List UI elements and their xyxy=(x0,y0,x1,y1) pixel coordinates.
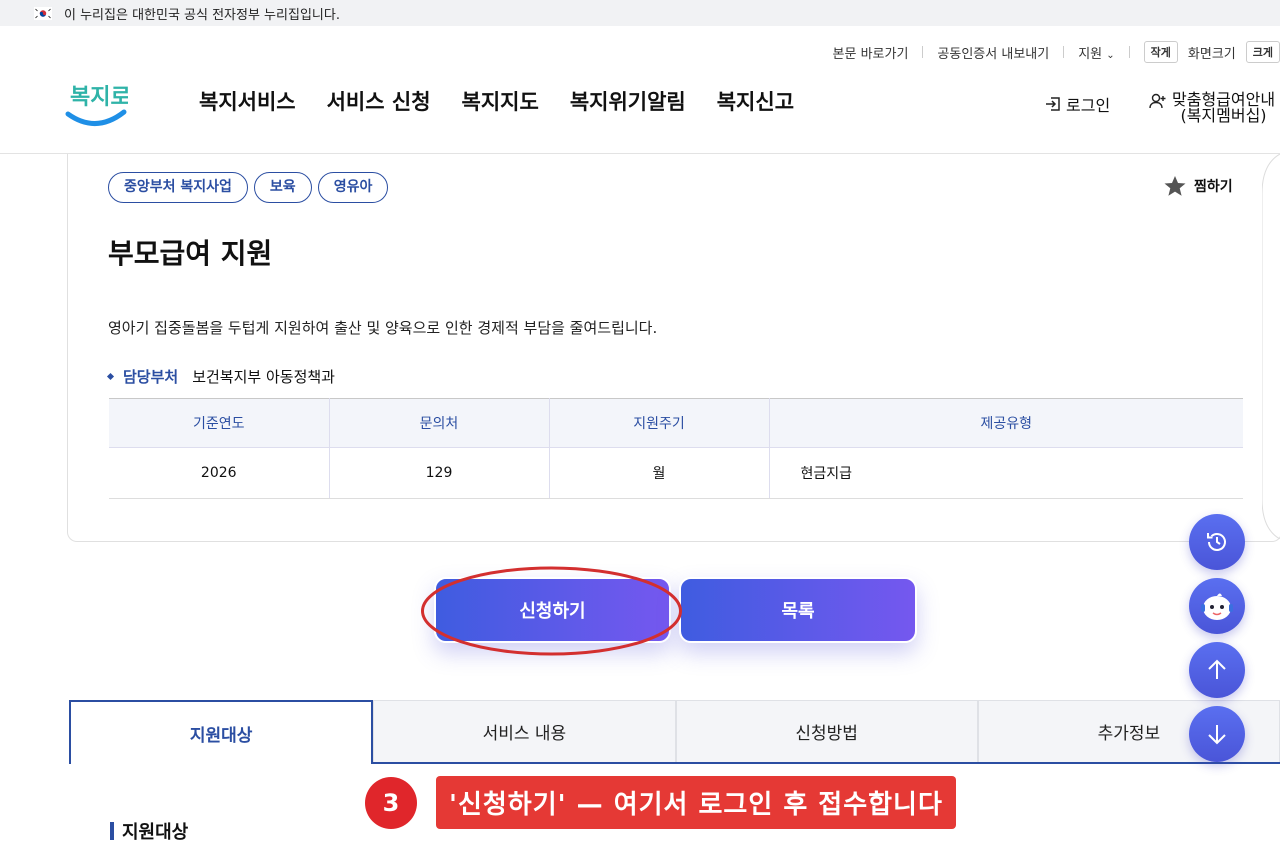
nav-welfare-map[interactable]: 복지지도 xyxy=(462,86,539,116)
tab-service-content[interactable]: 서비스 내용 xyxy=(373,700,676,762)
bokjiro-logo[interactable]: 복지로 xyxy=(64,72,128,132)
nav-welfare-report[interactable]: 복지신고 xyxy=(717,86,794,116)
user-add-icon xyxy=(1149,93,1166,109)
tag-infant[interactable]: 영유아 xyxy=(317,172,389,203)
support-label: 지원 xyxy=(1078,46,1103,62)
site-header: 복지로 복지서비스 서비스 신청 복지지도 복지위기알림 복지신고 로그인 맞춤… xyxy=(0,64,1280,154)
cell-base-year: 2026 xyxy=(109,447,330,499)
tab-apply-method[interactable]: 신청방법 xyxy=(675,700,978,762)
login-icon xyxy=(1046,97,1060,111)
service-tags: 중앙부처 복지사업 보육 영유아 xyxy=(108,172,389,203)
cell-provision-type: 현금지급 xyxy=(769,447,1243,499)
apply-button[interactable]: 신청하기 xyxy=(434,577,671,643)
annotation-message: '신청하기' — 여기서 로그인 후 접수합니다 xyxy=(436,776,956,829)
service-info-table: 기준연도 문의처 지원주기 제공유형 2026 129 월 현금지급 xyxy=(109,398,1243,499)
col-contact: 문의처 xyxy=(329,398,550,448)
utility-bar: 본문 바로가기 공동인증서 내보내기 지원 ⌄ 작게 화면크기 크게 xyxy=(833,40,1280,64)
star-icon xyxy=(1164,176,1186,196)
scroll-top-button[interactable] xyxy=(1189,642,1245,698)
favorite-button[interactable]: 찜하기 xyxy=(1162,174,1233,198)
custom-benefit-link[interactable]: 맞춤형급여안내 (복지멤버십) xyxy=(1148,92,1275,124)
table-header-row: 기준연도 문의처 지원주기 제공유형 xyxy=(109,398,1243,448)
tab-eligibility[interactable]: 지원대상 xyxy=(69,700,374,764)
history-icon xyxy=(1207,533,1226,551)
detail-tabs: 지원대상 서비스 내용 신청방법 추가정보 xyxy=(69,700,1280,764)
login-link[interactable]: 로그인 xyxy=(1044,92,1110,116)
nav-welfare-crisis-alert[interactable]: 복지위기알림 xyxy=(570,86,686,116)
list-button[interactable]: 목록 xyxy=(679,577,917,643)
divider xyxy=(1063,46,1065,58)
section-bar xyxy=(110,822,114,840)
chatbot-icon xyxy=(1201,593,1233,620)
col-provision-type: 제공유형 xyxy=(769,398,1243,448)
arrow-up-icon xyxy=(1208,659,1226,679)
chatbot-button[interactable] xyxy=(1189,578,1245,634)
service-title: 부모급여 지원 xyxy=(108,237,273,270)
divider xyxy=(922,46,924,58)
col-support-cycle: 지원주기 xyxy=(549,398,770,448)
step-number-badge: 3 xyxy=(365,776,417,829)
logo-text: 복지로 xyxy=(70,85,128,110)
support-menu[interactable]: 지원 ⌄ xyxy=(1078,43,1114,62)
col-base-year: 기준연도 xyxy=(109,398,330,448)
tag-central-ministry[interactable]: 중앙부처 복지사업 xyxy=(108,172,248,203)
cell-contact: 129 xyxy=(329,447,550,499)
nav-welfare-service[interactable]: 복지서비스 xyxy=(199,86,296,116)
skip-to-content-link[interactable]: 본문 바로가기 xyxy=(833,43,909,62)
service-detail-card: 중앙부처 복지사업 보육 영유아 찜하기 부모급여 지원 영아기 집중돌봄을 두… xyxy=(67,154,1280,542)
favorite-label: 찜하기 xyxy=(1194,179,1233,195)
arrow-down-icon xyxy=(1208,725,1226,745)
section-title: 지원대상 xyxy=(110,818,188,844)
nav-service-apply[interactable]: 서비스 신청 xyxy=(327,86,431,116)
login-label: 로그인 xyxy=(1066,96,1111,115)
recent-history-button[interactable] xyxy=(1189,514,1245,570)
cell-support-cycle: 월 xyxy=(549,447,770,499)
bullet-icon xyxy=(106,372,115,381)
cert-export-link[interactable]: 공동인증서 내보내기 xyxy=(937,43,1049,62)
scroll-bottom-button[interactable] xyxy=(1189,706,1245,762)
font-size-label: 화면크기 xyxy=(1187,46,1236,62)
department-value: 보건복지부 아동정책과 xyxy=(192,368,335,386)
custom-benefit-sublabel: (복지멤버십) xyxy=(1180,106,1267,125)
korean-flag-icon xyxy=(34,6,52,20)
gov-banner-text: 이 누리집은 대한민국 공식 전자정부 누리집입니다. xyxy=(64,7,340,23)
divider xyxy=(1128,46,1130,58)
service-description: 영아기 집중돌봄을 두텁게 지원하여 출산 및 양육으로 인한 경제적 부담을 … xyxy=(108,319,658,337)
gov-banner: 이 누리집은 대한민국 공식 전자정부 누리집입니다. xyxy=(0,0,1280,26)
font-small-button[interactable]: 작게 xyxy=(1143,41,1178,63)
tag-childcare[interactable]: 보육 xyxy=(253,172,312,203)
table-row: 2026 129 월 현금지급 xyxy=(109,447,1243,499)
section-title-text: 지원대상 xyxy=(122,822,189,843)
department-label: 담당부처 xyxy=(123,368,179,386)
scrollbar-edge[interactable] xyxy=(1262,154,1280,539)
font-large-button[interactable]: 크게 xyxy=(1245,41,1280,63)
chevron-down-icon: ⌄ xyxy=(1106,49,1115,61)
annotation-callout: 3 '신청하기' — 여기서 로그인 후 접수합니다 xyxy=(365,776,956,829)
department-info: 담당부처 보건복지부 아동정책과 xyxy=(106,366,335,387)
main-nav: 복지서비스 서비스 신청 복지지도 복지위기알림 복지신고 xyxy=(199,86,794,116)
